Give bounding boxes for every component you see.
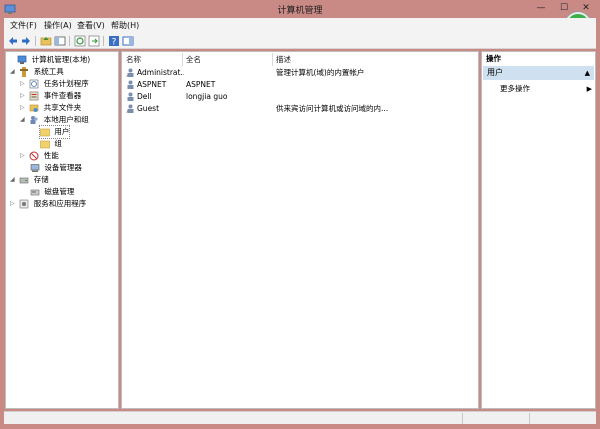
console-tree[interactable]: 计算机管理(本地) ◢ 系统工具 ▷ 任务计划程序 ▷ 事件查看器 ▷ 共享文件…	[5, 51, 119, 409]
disk-management-icon	[30, 189, 40, 196]
user-icon	[127, 80, 134, 89]
up-folder-icon[interactable]	[40, 35, 52, 47]
column-resizer[interactable]	[182, 53, 183, 66]
folder-icon	[40, 140, 50, 149]
actions-section-users[interactable]: 用户 ▲	[483, 66, 594, 80]
status-divider	[529, 413, 530, 424]
table-row[interactable]: Administrat... 管理计算机(域)的内置帐户	[124, 67, 476, 79]
performance-icon	[29, 151, 39, 161]
tree-item-label: 性能	[43, 151, 59, 160]
status-divider	[462, 413, 463, 424]
tree-item-shared-folders[interactable]: ▷ 共享文件夹	[20, 102, 81, 114]
users-groups-icon	[30, 116, 38, 124]
title-bar[interactable]: 计算机管理 — ☐ ✕	[0, 0, 600, 18]
user-list-pane[interactable]: 名称 全名 描述 Administrat... 管理计算机(域)的内置帐户 AS…	[121, 51, 479, 409]
menu-help[interactable]: 帮助(H)	[111, 20, 139, 31]
user-name: ASPNET	[137, 80, 167, 89]
tree-item-services-applications[interactable]: ▷ 服务和应用程序	[10, 198, 86, 210]
column-resizer[interactable]	[272, 53, 273, 66]
tree-item-label: 任务计划程序	[43, 79, 89, 88]
action-pane-icon[interactable]	[122, 35, 134, 47]
menu-file[interactable]: 文件(F)	[10, 20, 37, 31]
device-manager-icon	[30, 164, 40, 172]
user-icon	[126, 68, 134, 77]
tree-item-label: 本地用户和组	[43, 115, 89, 124]
tree-item-users[interactable]: 用户	[38, 125, 71, 139]
column-header-description[interactable]: 描述	[276, 54, 291, 66]
user-description: 供来宾访问计算机或访问域的内...	[276, 104, 389, 113]
submenu-arrow-icon: ▶	[586, 85, 592, 93]
column-header-fullname[interactable]: 全名	[186, 54, 201, 66]
tree-item-task-scheduler[interactable]: ▷ 任务计划程序	[20, 78, 89, 90]
svg-text:?: ?	[112, 38, 117, 48]
tree-item-label: 计算机管理(本地)	[31, 55, 91, 64]
folder-icon	[40, 128, 50, 137]
tree-item-label: 服务和应用程序	[33, 199, 87, 208]
tree-item-storage[interactable]: ◢ 存储	[10, 174, 49, 186]
help-icon[interactable]: ?	[108, 35, 120, 47]
tree-item-system-tools[interactable]: ◢ 系统工具	[10, 66, 64, 78]
status-bar	[4, 411, 596, 424]
storage-icon	[20, 177, 29, 184]
tree-item-label: 组	[54, 139, 62, 148]
user-name: Dell	[137, 92, 152, 101]
computer-management-window: 计算机管理 — ☐ ✕ 55% 文件(F) 操作(A) 查看(V) 帮助(H)	[0, 0, 600, 429]
tools-icon	[20, 67, 29, 77]
actions-section-label: 用户	[487, 68, 503, 77]
minimize-button[interactable]: —	[530, 0, 552, 18]
table-row[interactable]: Guest 供来宾访问计算机或访问域的内...	[124, 103, 476, 115]
tree-item-computer-management[interactable]: 计算机管理(本地)	[8, 54, 90, 66]
tree-item-label: 用户	[54, 127, 70, 136]
user-icon	[127, 92, 134, 101]
more-actions-label: 更多操作	[500, 84, 530, 93]
table-row[interactable]: ASPNET ASPNET	[124, 79, 476, 91]
more-actions-item[interactable]: 更多操作 ▶	[500, 83, 592, 95]
window-title: 计算机管理	[277, 6, 323, 16]
tree-item-groups[interactable]: 组	[40, 138, 62, 150]
refresh-icon[interactable]	[74, 35, 86, 47]
shared-folder-icon	[30, 104, 39, 112]
user-fullname: longjia guo	[186, 92, 228, 101]
back-arrow-icon[interactable]	[7, 35, 19, 47]
menu-bar: 文件(F) 操作(A) 查看(V) 帮助(H)	[4, 18, 596, 33]
tree-item-disk-management[interactable]: 磁盘管理	[30, 186, 74, 198]
user-description: 管理计算机(域)的内置帐户	[276, 68, 365, 77]
tree-item-label: 磁盘管理	[44, 187, 75, 196]
user-name: Guest	[137, 104, 160, 113]
tree-item-label: 设备管理器	[44, 163, 82, 172]
tree-item-label: 事件查看器	[43, 91, 82, 100]
tree-item-label: 存储	[33, 175, 49, 184]
tree-item-label: 共享文件夹	[43, 103, 82, 112]
tree-item-device-manager[interactable]: 设备管理器	[30, 162, 82, 174]
export-icon[interactable]	[88, 35, 100, 47]
column-header-name[interactable]: 名称	[126, 54, 141, 66]
event-viewer-icon	[30, 91, 39, 101]
user-fullname: ASPNET	[186, 80, 216, 89]
actions-pane: 操作 用户 ▲ 更多操作 ▶	[481, 51, 596, 409]
table-row[interactable]: Dell longjia guo	[124, 91, 476, 103]
collapse-arrow-icon[interactable]: ▲	[585, 66, 590, 80]
show-hide-tree-icon[interactable]	[54, 35, 66, 47]
menu-action[interactable]: 操作(A)	[44, 20, 72, 31]
tree-item-local-users-groups[interactable]: ◢ 本地用户和组	[20, 114, 89, 126]
toolbar: ?	[4, 33, 596, 49]
tree-item-performance[interactable]: ▷ 性能	[20, 150, 59, 162]
forward-arrow-icon[interactable]	[20, 35, 32, 47]
actions-header: 操作	[486, 54, 501, 63]
user-name: Administrat...	[137, 68, 184, 77]
user-icon	[126, 104, 134, 113]
tree-item-event-viewer[interactable]: ▷ 事件查看器	[20, 90, 81, 102]
computer-management-icon	[18, 55, 27, 64]
task-scheduler-icon	[30, 79, 39, 89]
menu-view[interactable]: 查看(V)	[77, 20, 105, 31]
tree-item-label: 系统工具	[33, 67, 64, 76]
services-icon	[20, 199, 29, 209]
